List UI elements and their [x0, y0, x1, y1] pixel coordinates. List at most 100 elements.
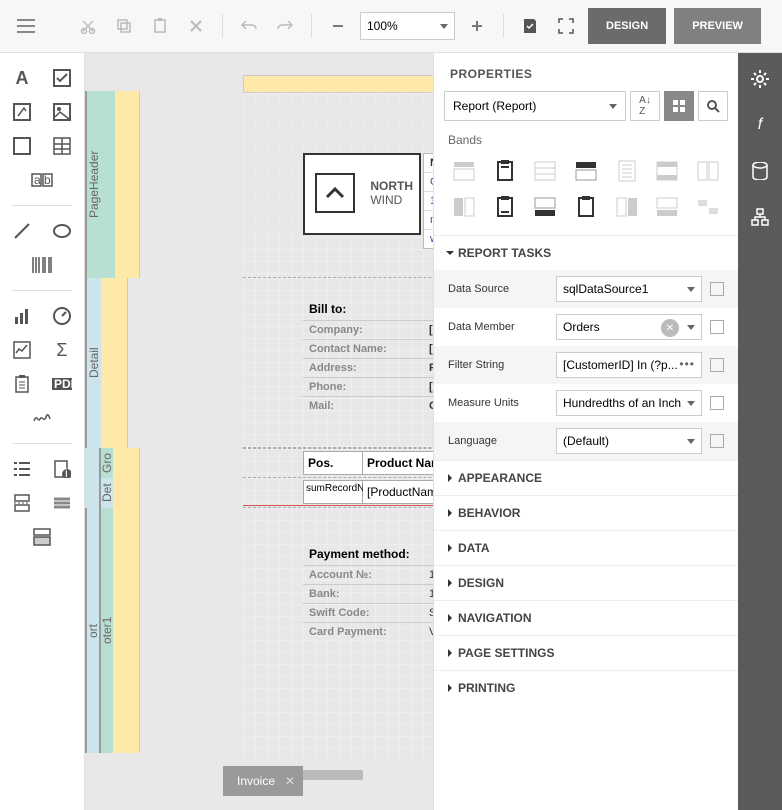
gauge-tool[interactable] — [47, 301, 77, 331]
section-printing[interactable]: PRINTING — [434, 670, 738, 705]
zoom-value: 100% — [367, 19, 398, 33]
pdf-tool[interactable]: PDF — [47, 369, 77, 399]
copy-icon[interactable] — [110, 12, 138, 40]
zoom-out-icon[interactable] — [324, 12, 352, 40]
section-report-tasks[interactable]: REPORT TASKS — [434, 235, 738, 270]
band-type-1[interactable] — [448, 157, 481, 185]
billto-table[interactable]: Bill to: Company:[CompanyNam Contact Nam… — [303, 298, 433, 415]
explorer-rail-icon[interactable] — [748, 205, 772, 229]
band-type-8[interactable] — [448, 193, 481, 221]
band-type-4[interactable] — [570, 157, 603, 185]
properties-title: PROPERTIES — [434, 53, 738, 91]
expressions-rail-icon[interactable]: f — [748, 113, 772, 137]
sort-button[interactable]: A↓Z — [630, 91, 660, 121]
cut-icon[interactable] — [74, 12, 102, 40]
sparkline-tool[interactable] — [7, 335, 37, 365]
band-type-6[interactable] — [651, 157, 684, 185]
table-tool[interactable] — [47, 131, 77, 161]
band-type-10[interactable] — [529, 193, 562, 221]
band-label-groupheader: Gro — [100, 453, 114, 473]
band-label-report: ort — [86, 601, 100, 661]
payment-table[interactable]: Payment method: Account №:123-45-6789 Ba… — [303, 543, 433, 641]
measure-units-field[interactable]: Hundredths of an Inch — [556, 390, 702, 416]
data-rail-icon[interactable] — [748, 159, 772, 183]
shape-tool[interactable] — [47, 216, 77, 246]
fullscreen-icon[interactable] — [552, 12, 580, 40]
search-props-button[interactable] — [698, 91, 728, 121]
data-member-field[interactable]: Orders✕ — [556, 314, 702, 340]
panel-tool[interactable] — [7, 131, 37, 161]
zoom-in-icon[interactable] — [463, 12, 491, 40]
horizontal-ruler — [243, 75, 433, 93]
language-field[interactable]: (Default) — [556, 428, 702, 454]
redo-icon[interactable] — [271, 12, 299, 40]
band-type-13[interactable] — [651, 193, 684, 221]
data-source-field[interactable]: sqlDataSource1 — [556, 276, 702, 302]
pagebreak-tool[interactable] — [7, 488, 37, 518]
categorize-button[interactable] — [664, 91, 694, 121]
close-tab-icon[interactable]: ✕ — [285, 774, 295, 788]
band-type-3[interactable] — [529, 157, 562, 185]
section-navigation[interactable]: NAVIGATION — [434, 600, 738, 635]
band-label-detail2: Det — [100, 484, 114, 503]
design-button[interactable]: DESIGN — [588, 8, 666, 44]
richtext-tool[interactable] — [7, 97, 37, 127]
section-design[interactable]: DESIGN — [434, 565, 738, 600]
label-tool[interactable]: A — [7, 63, 37, 93]
bands-palette — [434, 157, 738, 235]
band-type-5[interactable] — [610, 157, 643, 185]
character-comb-tool[interactable]: a b — [27, 165, 57, 195]
properties-panel: PROPERTIES Report (Report) A↓Z Bands REP… — [433, 53, 738, 810]
groupheader-band[interactable]: Pos.Product Name — [243, 448, 433, 478]
signature-tool[interactable] — [27, 403, 57, 433]
pageheader-band[interactable]: NORTHWIND Northwind Trad One Portals Wa … — [243, 93, 433, 278]
filter-string-reset[interactable] — [710, 358, 724, 372]
clear-data-member-icon[interactable]: ✕ — [661, 319, 679, 337]
measure-units-reset[interactable] — [710, 396, 724, 410]
tab-invoice[interactable]: Invoice✕ — [223, 766, 303, 796]
delete-icon[interactable] — [182, 12, 210, 40]
band-type-9[interactable] — [489, 193, 522, 221]
data-source-reset[interactable] — [710, 282, 724, 296]
data-member-reset[interactable] — [710, 320, 724, 334]
detailrow-band[interactable]: sumRecordNumber[ProductName] — [243, 478, 433, 508]
section-appearance[interactable]: APPEARANCE — [434, 460, 738, 495]
toc-tool[interactable] — [7, 454, 37, 484]
subreport-tool[interactable] — [27, 522, 57, 552]
side-rail: f — [738, 53, 782, 810]
language-reset[interactable] — [710, 434, 724, 448]
clipboard-tool[interactable] — [7, 369, 37, 399]
barcode-tool[interactable] — [27, 250, 57, 280]
band-type-7[interactable] — [691, 157, 724, 185]
band-type-2[interactable] — [489, 157, 522, 185]
section-data[interactable]: DATA — [434, 530, 738, 565]
line-tool[interactable] — [7, 216, 37, 246]
sigma-tool[interactable]: Σ — [47, 335, 77, 365]
settings-rail-icon[interactable] — [748, 67, 772, 91]
section-behavior[interactable]: BEHAVIOR — [434, 495, 738, 530]
crossband-tool[interactable] — [47, 488, 77, 518]
groupfooter-band[interactable]: Payment method: Account №:123-45-6789 Ba… — [243, 508, 433, 758]
filter-string-field[interactable]: [CustomerID] In (?p...••• — [556, 352, 702, 378]
company-info-table[interactable]: Northwind Trad One Portals Wa 1-206-555-… — [423, 153, 433, 249]
undo-icon[interactable] — [235, 12, 263, 40]
svg-text:PDF: PDF — [54, 377, 72, 391]
detail-band[interactable]: Bill to: Company:[CompanyNam Contact Nam… — [243, 278, 433, 448]
band-type-12[interactable] — [610, 193, 643, 221]
menu-icon[interactable] — [12, 12, 40, 40]
band-label-pageheader: PageHeader — [87, 91, 115, 278]
checkbox-tool[interactable] — [47, 63, 77, 93]
paste-icon[interactable] — [146, 12, 174, 40]
band-type-14[interactable] — [691, 193, 724, 221]
zoom-select[interactable]: 100% — [360, 12, 455, 40]
logo-image[interactable]: NORTHWIND — [303, 153, 421, 235]
chart-tool[interactable] — [7, 301, 37, 331]
preview-button[interactable]: PREVIEW — [674, 8, 761, 44]
pageinfo-tool[interactable]: i — [47, 454, 77, 484]
band-type-11[interactable] — [570, 193, 603, 221]
design-canvas[interactable]: PageHeader Detail Gro Det ort oter1 — [85, 53, 433, 810]
element-selector[interactable]: Report (Report) — [444, 91, 626, 121]
validate-icon[interactable] — [516, 12, 544, 40]
picture-tool[interactable] — [47, 97, 77, 127]
section-page-settings[interactable]: PAGE SETTINGS — [434, 635, 738, 670]
